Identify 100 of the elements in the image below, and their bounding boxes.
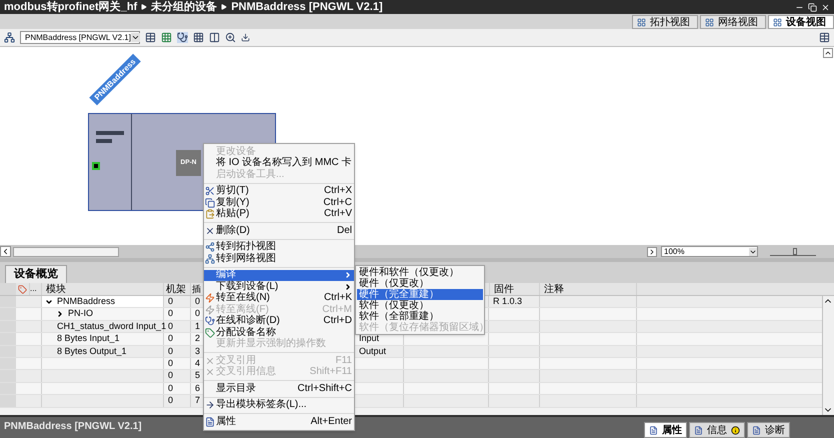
restore-icon[interactable] [808,2,817,12]
rack-cell-text: 0 [168,382,174,395]
view-tab[interactable]: 网络视图 [700,15,766,29]
zoom-slider[interactable] [770,248,816,256]
slot-cell-text: 3 [195,344,200,358]
panel-tab[interactable]: 设备概览 [5,265,67,283]
tab-icon [752,426,761,434]
menu-item[interactable]: 删除(D) Del [204,225,354,236]
menu-item[interactable]: 硬件（完全重建） [357,289,483,300]
menu-item[interactable]: 下载到设备(L) [204,281,354,292]
menu-item[interactable]: 软件（全部重建） [357,311,483,322]
table-icon[interactable] [145,32,156,43]
slot-cell-text: 2 [195,332,200,346]
lightning-icon [205,293,215,304]
menu-item[interactable]: 在线和诊断(D) Ctrl+D [204,316,354,327]
close-icon[interactable] [821,2,830,12]
menu-item[interactable]: 转至在线(N) Ctrl+K [204,292,354,304]
menu-item[interactable]: 编译 [204,270,354,281]
menu-item[interactable]: 硬件（仅更改） [357,278,483,289]
rack-cell-text: 0 [168,320,174,333]
rack-cell-text: 0 [168,332,174,346]
nodes-icon [205,242,215,252]
scroll-thumb[interactable] [13,246,119,256]
type-cell-text: Output [359,344,386,358]
column-header[interactable]: 固件 [489,283,540,295]
stethoscope-icon [205,316,215,326]
view-icon [705,18,714,26]
breadcrumb-item[interactable]: PNMBaddress [PNGWL V2.1] [231,0,383,16]
menu-item[interactable]: 将 IO 设备名称写入到 MMC 卡 [204,158,354,169]
scissors-icon [205,186,215,196]
delete-icon [205,226,215,236]
column-header[interactable]: 插 [192,284,201,294]
inspector-tab[interactable]: 信息 [689,422,745,438]
rack-cell-text: 0 [168,344,174,358]
columns-icon[interactable] [209,32,220,43]
grid-icon[interactable] [193,32,204,43]
view-icon [637,18,646,26]
inspector-tab[interactable]: 诊断 [747,422,790,438]
scroll-left-icon[interactable] [0,246,11,257]
document-icon [205,416,215,427]
rack-cell-text: 0 [168,369,174,382]
menu-item[interactable]: 导出模块标签条(L)... [204,400,354,411]
module-name: 8 Bytes Input_1 [57,332,120,346]
slider-thumb[interactable] [793,248,798,254]
slot-cell-text: 0 [195,294,200,308]
column-header[interactable]: 机架 [164,283,191,295]
scroll-right-icon[interactable] [647,246,657,256]
breadcrumb-item[interactable]: modbus转profinet网关_hf [4,0,138,16]
slot-cell-text: 0 [195,307,200,320]
dropdown-arrow-icon [130,33,140,42]
rack-cell-text: 0 [168,356,174,370]
breadcrumb-arrow-icon [141,4,148,10]
column-header[interactable]: 注释 [540,283,637,295]
slot-cell-text: 6 [195,382,200,395]
rack-cell-text: 0 [168,307,174,320]
menu-item[interactable]: 显示目录 Ctrl+Shift+C [204,383,354,394]
view-tab[interactable]: 拓扑视图 [632,15,698,29]
dropdown-arrow-icon [749,248,757,256]
zoom-icon[interactable] [225,32,236,43]
column-header[interactable]: ... [30,283,42,295]
zoom-field[interactable]: 100% [661,246,758,257]
rack-cell-text: 0 [168,394,174,408]
menu-item[interactable]: 转到网络视图 [204,253,354,264]
copy-icon [205,198,215,208]
collapse-caret-icon[interactable] [56,310,64,318]
module-name: PN-IO [68,307,94,320]
port-icon [92,162,100,170]
tag-icon [205,328,215,338]
menu-item[interactable]: 软件（仅更改） [357,300,483,311]
slot-cell-text: 5 [195,369,200,382]
firmware-cell-text: R 1.0.3 [493,294,522,308]
menu-item[interactable]: 属性 Alt+Enter [204,416,354,428]
module-name: PNMBaddress [57,294,116,308]
grid-icon[interactable] [161,32,172,43]
download-icon[interactable] [241,33,250,42]
stethoscope-icon[interactable] [177,32,188,43]
menu-item[interactable]: 粘贴(P) Ctrl+V [204,208,354,220]
tab-icon [694,426,703,434]
type-cell-text: Input [359,332,380,346]
device-dropdown[interactable]: PNMBaddress [PNGWL V2.1] [20,31,140,44]
status-title: PNMBaddress [PNGWL V2.1] [3,420,142,434]
expand-caret-icon[interactable] [45,298,53,306]
menu-item[interactable]: 分配设备名称 [204,327,354,338]
view-tab[interactable]: 设备视图 [768,15,834,29]
inspector-tab[interactable]: 属性 [644,422,687,438]
breadcrumb-item[interactable]: 未分组的设备 [151,0,218,16]
view-icon [773,18,782,26]
module-name: 8 Bytes Output_1 [57,344,127,358]
slot-cell-text: 7 [195,394,200,408]
slot-cell-text: 1 [195,320,200,333]
menu-item[interactable]: 转到拓扑视图 [204,242,354,253]
column-header[interactable]: 模块 [42,283,164,295]
breadcrumb-arrow-icon [221,4,228,10]
clipboard-icon [205,209,215,220]
menu-item[interactable]: 剪切(T) Ctrl+X [204,186,354,197]
menu-item[interactable]: 硬件和软件（仅更改） [357,267,483,278]
arrow-icon [205,400,215,410]
device-icon[interactable] [4,32,15,43]
info-icon [731,426,740,434]
menu-item[interactable]: 复制(Y) Ctrl+C [204,197,354,208]
